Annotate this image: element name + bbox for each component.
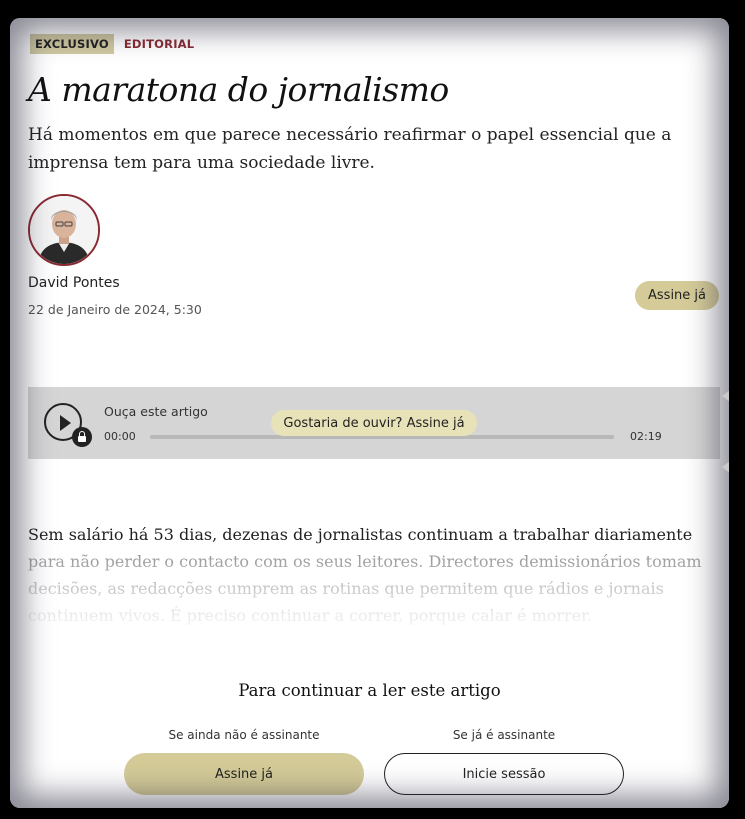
subscribe-button[interactable]: Assine já [124,753,364,795]
article-tags: EXCLUSIVO EDITORIAL [30,34,194,54]
article-title: A maratona do jornalismo [28,70,449,109]
login-button[interactable]: Inicie sessão [384,753,624,795]
article-lead: Há momentos em que parece necessário rea… [28,125,672,173]
audio-current-time: 00:00 [104,430,136,443]
publish-date: 22 de Janeiro de 2024, 5:30 [28,302,202,317]
audio-subscribe-button[interactable]: Gostaria de ouvir? Assine já [271,410,477,436]
lock-icon [72,427,92,447]
section-tag[interactable]: EDITORIAL [124,37,194,51]
subscribe-pill-button[interactable]: Assine já [635,281,719,310]
subscriber-label: Se já é assinante [452,728,556,742]
exclusive-tag: EXCLUSIVO [30,34,114,54]
paywall-title: Para continuar a ler este artigo [238,681,501,700]
author-avatar[interactable] [28,194,100,266]
non-subscriber-label: Se ainda não é assinante [168,728,320,742]
audio-player: Ouça este artigo 00:00 02:19 Gostaria de… [28,387,720,459]
audio-total-time: 02:19 [630,430,662,443]
audio-label: Ouça este artigo [104,404,208,419]
paywall-fade [10,543,729,653]
article-page: EXCLUSIVO EDITORIAL A maratona do jornal… [10,18,729,808]
edge-chevron-icon [722,390,729,402]
edge-chevron-icon [722,461,729,473]
author-name[interactable]: David Pontes [28,275,120,291]
author-photo [30,196,98,264]
